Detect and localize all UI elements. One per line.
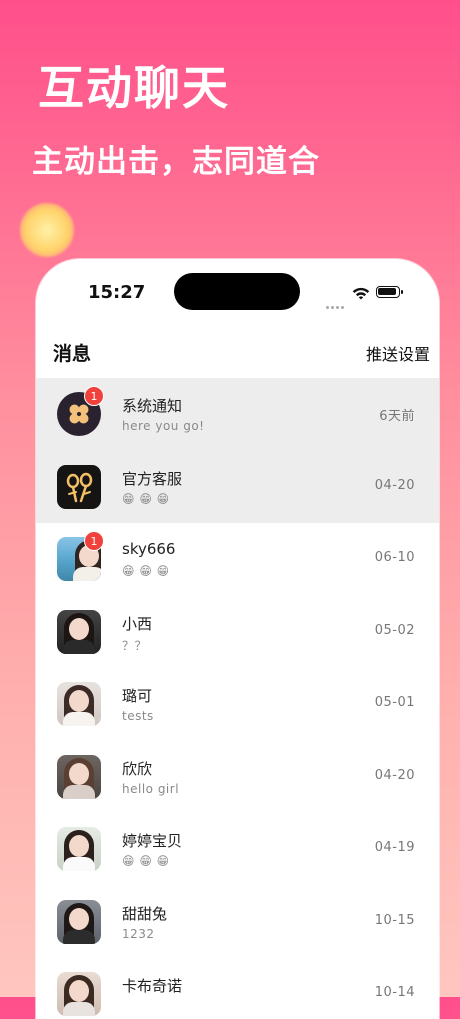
conversation-row[interactable]: 欣欣 hello girl 04-20 — [36, 741, 439, 814]
conversation-name: 璐可 — [122, 687, 153, 705]
conversation-name: 卡布奇诺 — [122, 977, 183, 995]
nav-bar: 消息 推送设置 — [36, 329, 439, 379]
dynamic-island — [174, 273, 300, 310]
conversation-name: 小西 — [122, 614, 153, 633]
conversation-row[interactable]: 1 sky666 😁 😁 😁 06-10 — [36, 523, 439, 596]
conversation-name: 甜甜兔 — [122, 904, 168, 923]
conversation-name: 欣欣 — [122, 759, 153, 778]
page-title: 消息 — [53, 343, 92, 365]
customer-service-icon — [57, 464, 101, 509]
conversation-date: 06-10 — [374, 550, 415, 565]
conversation-row-service[interactable]: 官方客服 😁 😁 😁 04-20 — [36, 450, 439, 523]
avatar — [57, 899, 101, 944]
conversation-preview: hello girl — [122, 781, 180, 796]
status-bar: 15:27 — [36, 259, 439, 319]
avatar — [57, 972, 101, 1016]
conversation-date: 04-19 — [374, 840, 415, 855]
conversation-name: 官方客服 — [122, 469, 183, 488]
avatar — [57, 609, 101, 654]
conversation-row[interactable]: 小西 ？？ 05-02 — [36, 596, 439, 669]
conversation-preview: 😁 😁 😁 — [122, 564, 170, 578]
conversation-date: 10-15 — [374, 912, 415, 928]
conversation-date: 6天前 — [379, 409, 415, 424]
avatar — [57, 682, 101, 726]
conversation-date: 05-01 — [374, 695, 415, 710]
conversation-preview: ？？ — [122, 638, 148, 653]
conversation-row[interactable]: 璐可 tests 05-01 — [36, 668, 439, 741]
unread-badge: 1 — [84, 386, 104, 406]
conversation-list: 1 系统通知 here you go! 6天前 官方客服 😁 😁 😁 04-20 — [36, 378, 439, 1019]
conversation-date: 10-14 — [374, 985, 415, 1000]
conversation-preview: tests — [122, 709, 154, 723]
phone-frame: 15:27 消息 推送设置 1 系统通知 here you go! 6天前 官方… — [36, 259, 439, 1019]
avatar — [57, 827, 101, 871]
conversation-preview: 1232 — [122, 926, 155, 941]
conversation-name: 系统通知 — [122, 397, 183, 415]
conversation-name: 婷婷宝贝 — [122, 832, 183, 850]
unread-badge: 1 — [84, 531, 104, 551]
conversation-preview: here you go! — [122, 419, 205, 433]
conversation-name: sky666 — [122, 540, 176, 558]
conversation-row[interactable]: 卡布奇诺 10-14 — [36, 958, 439, 1019]
avatar — [57, 754, 101, 799]
conversation-date: 05-02 — [374, 622, 415, 638]
conversation-date: 04-20 — [374, 477, 415, 493]
conversation-preview: 😁 😁 😁 — [122, 491, 170, 506]
wifi-icon — [352, 287, 370, 300]
conversation-row-system[interactable]: 1 系统通知 here you go! 6天前 — [36, 378, 439, 451]
signal-dots-icon — [326, 294, 348, 309]
conversation-date: 04-20 — [374, 767, 415, 783]
conversation-preview: 😁 😁 😁 — [122, 854, 170, 868]
sun-decoration — [20, 203, 74, 257]
battery-icon — [376, 286, 403, 298]
promo-subline: 主动出击，志同道合 — [32, 144, 320, 180]
conversation-row[interactable]: 甜甜兔 1232 10-15 — [36, 886, 439, 959]
promo-headline: 互动聊天 — [38, 61, 230, 115]
status-time: 15:27 — [88, 282, 146, 303]
conversation-row[interactable]: 婷婷宝贝 😁 😁 😁 04-19 — [36, 813, 439, 886]
push-settings-button[interactable]: 推送设置 — [366, 341, 430, 365]
